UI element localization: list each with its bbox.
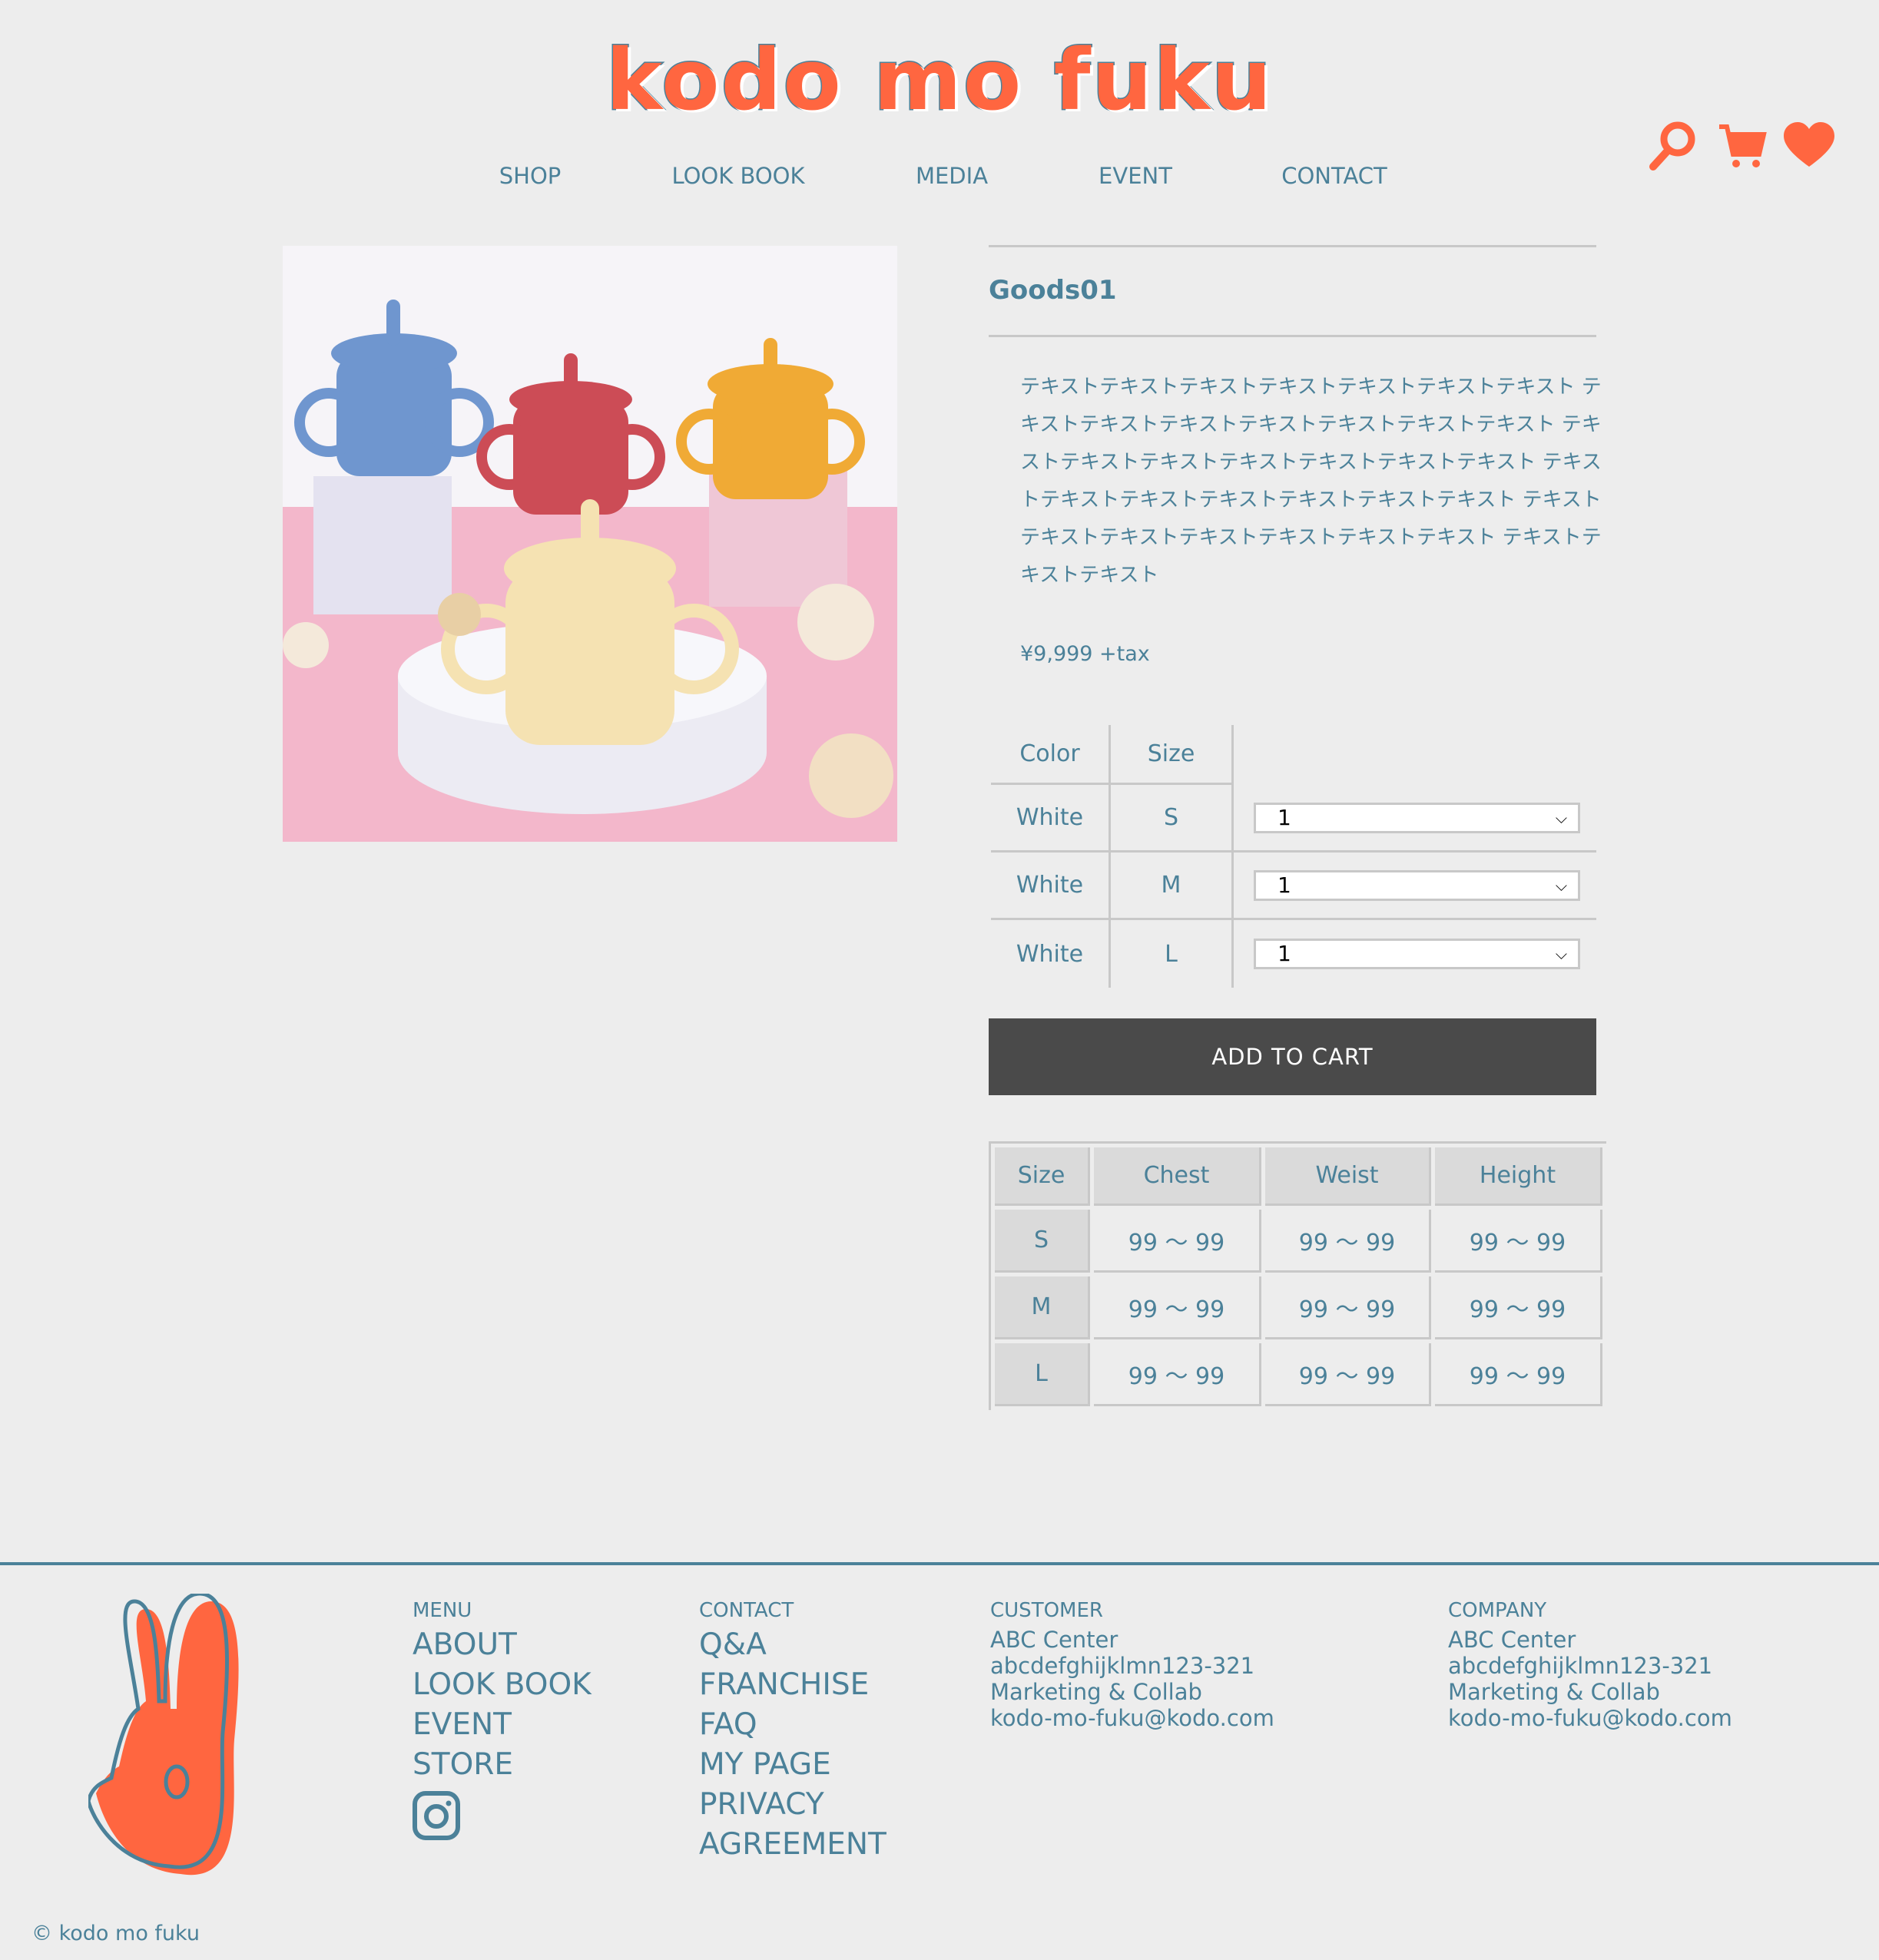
option-size: M (1111, 853, 1234, 920)
weist-header: Weist (1265, 1147, 1431, 1206)
option-size: S (1111, 785, 1234, 853)
site-logo[interactable]: kodo mo fuku (0, 30, 1879, 131)
size-header: Size (995, 1147, 1090, 1206)
product-price: ¥9,999 +tax (1020, 642, 1150, 666)
header-size: Size (1111, 725, 1234, 785)
footer-link-my-page[interactable]: MY PAGE (699, 1745, 886, 1785)
footer-menu-heading: MENU (413, 1599, 472, 1622)
divider (989, 245, 1596, 247)
heart-icon[interactable] (1782, 119, 1836, 173)
footer-company-info: ABC Center abcdefghijklmn123-321 Marketi… (1448, 1627, 1732, 1731)
option-color: White (991, 920, 1111, 988)
add-to-cart-button[interactable]: ADD TO CART (989, 1018, 1596, 1095)
chest-cell: 99 ～ 99 (1094, 1276, 1261, 1339)
nav-shop[interactable]: SHOP (499, 163, 562, 189)
option-row: White L 1 ⌵ (991, 920, 1596, 988)
footer-contact-heading: CONTACT (699, 1599, 794, 1622)
footer-link-about[interactable]: ABOUT (413, 1625, 592, 1665)
option-color: White (991, 785, 1111, 853)
weist-cell: 99 ～ 99 (1265, 1210, 1431, 1273)
quantity-value: 1 (1278, 872, 1291, 898)
company-email[interactable]: kodo-mo-fuku@kodo.com (1448, 1705, 1732, 1731)
table-row: M 99 ～ 99 99 ～ 99 99 ～ 99 (995, 1276, 1602, 1339)
footer-link-privacy[interactable]: PRIVACY (699, 1785, 886, 1825)
customer-line: abcdefghijklmn123-321 (990, 1653, 1255, 1679)
customer-line: ABC Center (990, 1627, 1118, 1653)
footer-link-look-book[interactable]: LOOK BOOK (413, 1665, 592, 1705)
chest-header: Chest (1094, 1147, 1261, 1206)
quantity-select[interactable]: 1 ⌵ (1254, 939, 1580, 969)
chest-cell: 99 ～ 99 (1094, 1210, 1261, 1273)
company-line: abcdefghijklmn123-321 (1448, 1653, 1713, 1679)
footer-menu-list: ABOUT LOOK BOOK EVENT STORE (413, 1625, 592, 1843)
options-table: Color Size White S 1 ⌵ White M 1 ⌵ White L 1 ⌵ (991, 725, 1596, 988)
chevron-down-icon: ⌵ (1555, 876, 1567, 895)
nav-media[interactable]: MEDIA (916, 163, 988, 189)
footer-link-event[interactable]: EVENT (413, 1705, 592, 1745)
footer-link-qa[interactable]: Q&A (699, 1625, 886, 1665)
size-cell: S (995, 1210, 1090, 1273)
option-size: L (1111, 920, 1234, 988)
quantity-select[interactable]: 1 ⌵ (1254, 802, 1580, 833)
table-row: L 99 ～ 99 99 ～ 99 99 ～ 99 (995, 1343, 1602, 1406)
cart-icon[interactable] (1715, 119, 1768, 173)
height-cell: 99 ～ 99 (1435, 1210, 1602, 1273)
option-row: White M 1 ⌵ (991, 853, 1596, 920)
size-cell: M (995, 1276, 1090, 1339)
table-row: S 99 ～ 99 99 ～ 99 99 ～ 99 (995, 1210, 1602, 1273)
size-chart-table: Size Chest Weist Height S 99 ～ 99 99 ～ 99 99 ～… (989, 1141, 1606, 1410)
footer-customer-heading: CUSTOMER (990, 1599, 1103, 1622)
product-description: テキストテキストテキストテキストテキストテキストテキスト テキストテキストテキス… (1020, 376, 1602, 587)
footer-company-heading: COMPANY (1448, 1599, 1547, 1622)
product-image (283, 246, 897, 842)
search-icon[interactable] (1645, 119, 1699, 173)
option-color: White (991, 853, 1111, 920)
height-cell: 99 ～ 99 (1435, 1343, 1602, 1406)
company-line: Marketing & Collab (1448, 1679, 1660, 1705)
instagram-icon[interactable] (413, 1791, 460, 1840)
footer-divider (0, 1562, 1879, 1565)
rabbit-logo-icon (88, 1594, 239, 1876)
header-color: Color (991, 725, 1111, 785)
nav-look-book[interactable]: LOOK BOOK (671, 163, 804, 189)
quantity-select[interactable]: 1 ⌵ (1254, 869, 1580, 901)
size-cell: L (995, 1343, 1090, 1406)
copyright: © kodo mo fuku (31, 1922, 200, 1945)
footer-link-franchise[interactable]: FRANCHISE (699, 1665, 886, 1705)
footer-contact-list: Q&A FRANCHISE FAQ MY PAGE PRIVACY AGREEM… (699, 1625, 886, 1865)
footer-customer-info: ABC Center abcdefghijklmn123-321 Marketi… (990, 1627, 1274, 1731)
chest-cell: 99 ～ 99 (1094, 1343, 1261, 1406)
chevron-down-icon: ⌵ (1555, 808, 1567, 827)
height-header: Height (1435, 1147, 1602, 1206)
product-title: Goods01 (989, 275, 1117, 306)
option-row: White S 1 ⌵ (991, 785, 1596, 853)
footer-link-store[interactable]: STORE (413, 1745, 592, 1785)
footer-link-faq[interactable]: FAQ (699, 1705, 886, 1745)
nav-contact[interactable]: CONTACT (1281, 163, 1387, 189)
weist-cell: 99 ～ 99 (1265, 1343, 1431, 1406)
customer-line: Marketing & Collab (990, 1679, 1202, 1705)
divider (989, 335, 1596, 337)
weist-cell: 99 ～ 99 (1265, 1276, 1431, 1339)
quantity-value: 1 (1278, 941, 1291, 966)
customer-email[interactable]: kodo-mo-fuku@kodo.com (990, 1705, 1274, 1731)
footer-link-agreement[interactable]: AGREEMENT (699, 1825, 886, 1865)
quantity-value: 1 (1278, 804, 1291, 830)
nav-event[interactable]: EVENT (1099, 163, 1172, 189)
company-line: ABC Center (1448, 1627, 1576, 1653)
height-cell: 99 ～ 99 (1435, 1276, 1602, 1339)
chevron-down-icon: ⌵ (1555, 945, 1567, 963)
